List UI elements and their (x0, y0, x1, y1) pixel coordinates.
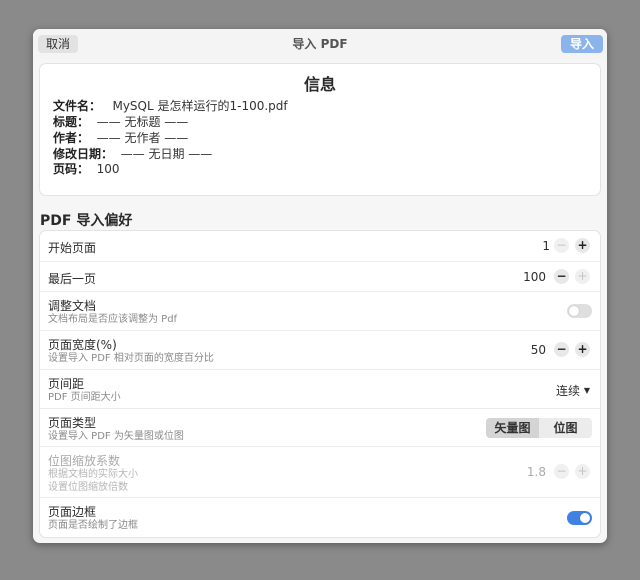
bitmap-scale-sub-2: 设置位图缩放倍数 (48, 482, 128, 493)
plus-icon[interactable]: + (575, 238, 590, 253)
page-width-sub: 设置导入 PDF 相对页面的宽度百分比 (48, 353, 214, 364)
info-row-title: 标题： —— 无标题 —— (53, 114, 188, 130)
title-label: 标题： (53, 115, 90, 129)
row-page-type: 页面类型 设置导入 PDF 为矢量图或位图 矢量图 位图 (40, 408, 600, 447)
page-type-segmented: 矢量图 位图 (486, 418, 592, 438)
last-page-label: 最后一页 (48, 272, 97, 286)
plus-icon[interactable]: + (575, 342, 590, 357)
info-row-author: 作者： —— 无作者 —— (53, 130, 188, 146)
page-border-sub: 页面是否绘制了边框 (48, 520, 138, 531)
minus-icon[interactable]: − (554, 238, 569, 253)
row-page-width: 页面宽度(%) 设置导入 PDF 相对页面的宽度百分比 50 − + (40, 330, 600, 370)
minus-icon[interactable]: − (554, 464, 569, 479)
minus-icon[interactable]: − (554, 269, 569, 284)
row-page-border: 页面边框 页面是否绘制了边框 (40, 497, 600, 538)
bitmap-scale-label: 位图缩放系数 (48, 454, 121, 468)
dialog-title: 导入 PDF (292, 37, 348, 51)
page-spacing-dropdown[interactable]: 连续 ▼ (556, 382, 590, 399)
page-width-value[interactable]: 50 (531, 343, 546, 357)
minus-icon[interactable]: − (554, 342, 569, 357)
pages-value: 100 (96, 162, 120, 176)
dialog-header: 取消 导入 PDF 导入 (33, 29, 607, 59)
row-page-spacing: 页间距 PDF 页间距大小 连续 ▼ (40, 369, 600, 409)
page-border-label: 页面边框 (48, 505, 97, 519)
pages-label: 页码： (53, 162, 90, 176)
start-page-label: 开始页面 (48, 241, 97, 255)
import-button[interactable]: 导入 (561, 35, 603, 53)
toggle-knob (580, 513, 590, 523)
plus-icon[interactable]: + (575, 269, 590, 284)
prefs-card: 开始页面 1 − + 最后一页 100 − + 调整文档 文档布局是否应该调整为… (40, 231, 600, 537)
page-width-label: 页面宽度(%) (48, 338, 117, 352)
bitmap-scale-value[interactable]: 1.8 (527, 465, 546, 479)
info-title: 信息 (303, 75, 336, 94)
info-row-pages: 页码： 100 (53, 161, 120, 177)
bitmap-scale-sub-1: 根据文档的实际大小 (48, 469, 138, 480)
row-adjust-doc: 调整文档 文档布局是否应该调整为 Pdf (40, 291, 600, 331)
row-start-page: 开始页面 1 − + (40, 231, 600, 261)
info-row-modified: 修改日期： —— 无日期 —— (53, 146, 212, 162)
filename-value: MySQL 是怎样运行的1-100.pdf (112, 99, 288, 113)
page-type-sub: 设置导入 PDF 为矢量图或位图 (48, 431, 184, 442)
adjust-doc-sub: 文档布局是否应该调整为 Pdf (48, 314, 178, 325)
info-card: 信息 文件名： MySQL 是怎样运行的1-100.pdf 标题： —— 无标题… (40, 64, 600, 195)
caret-down-icon: ▼ (583, 386, 590, 395)
page-spacing-label: 页间距 (48, 377, 85, 391)
author-label: 作者： (53, 131, 90, 145)
prefs-section-title: PDF 导入偏好 (40, 213, 133, 229)
adjust-doc-toggle[interactable] (567, 304, 592, 318)
import-pdf-dialog: 取消 导入 PDF 导入 信息 文件名： MySQL 是怎样运行的1-100.p… (33, 29, 607, 543)
page-spacing-value: 连续 (556, 384, 581, 398)
row-bitmap-scale: 位图缩放系数 根据文档的实际大小 设置位图缩放倍数 1.8 − + (40, 446, 600, 498)
info-row-filename: 文件名： MySQL 是怎样运行的1-100.pdf (53, 98, 288, 114)
page-type-label: 页面类型 (48, 416, 97, 430)
start-page-value[interactable]: 1 (542, 239, 550, 253)
plus-icon[interactable]: + (575, 464, 590, 479)
author-value: —— 无作者 —— (96, 131, 189, 145)
segment-bitmap[interactable]: 位图 (539, 418, 592, 438)
title-value: —— 无标题 —— (96, 115, 189, 129)
filename-label: 文件名： (53, 99, 102, 113)
toggle-knob (569, 306, 579, 316)
adjust-doc-label: 调整文档 (48, 299, 97, 313)
page-spacing-sub: PDF 页间距大小 (48, 392, 121, 403)
last-page-value[interactable]: 100 (523, 270, 546, 284)
modified-value: —— 无日期 —— (120, 147, 213, 161)
page-border-toggle[interactable] (567, 511, 592, 525)
modified-label: 修改日期： (53, 147, 114, 161)
segment-vector[interactable]: 矢量图 (486, 418, 539, 438)
row-last-page: 最后一页 100 − + (40, 261, 600, 292)
